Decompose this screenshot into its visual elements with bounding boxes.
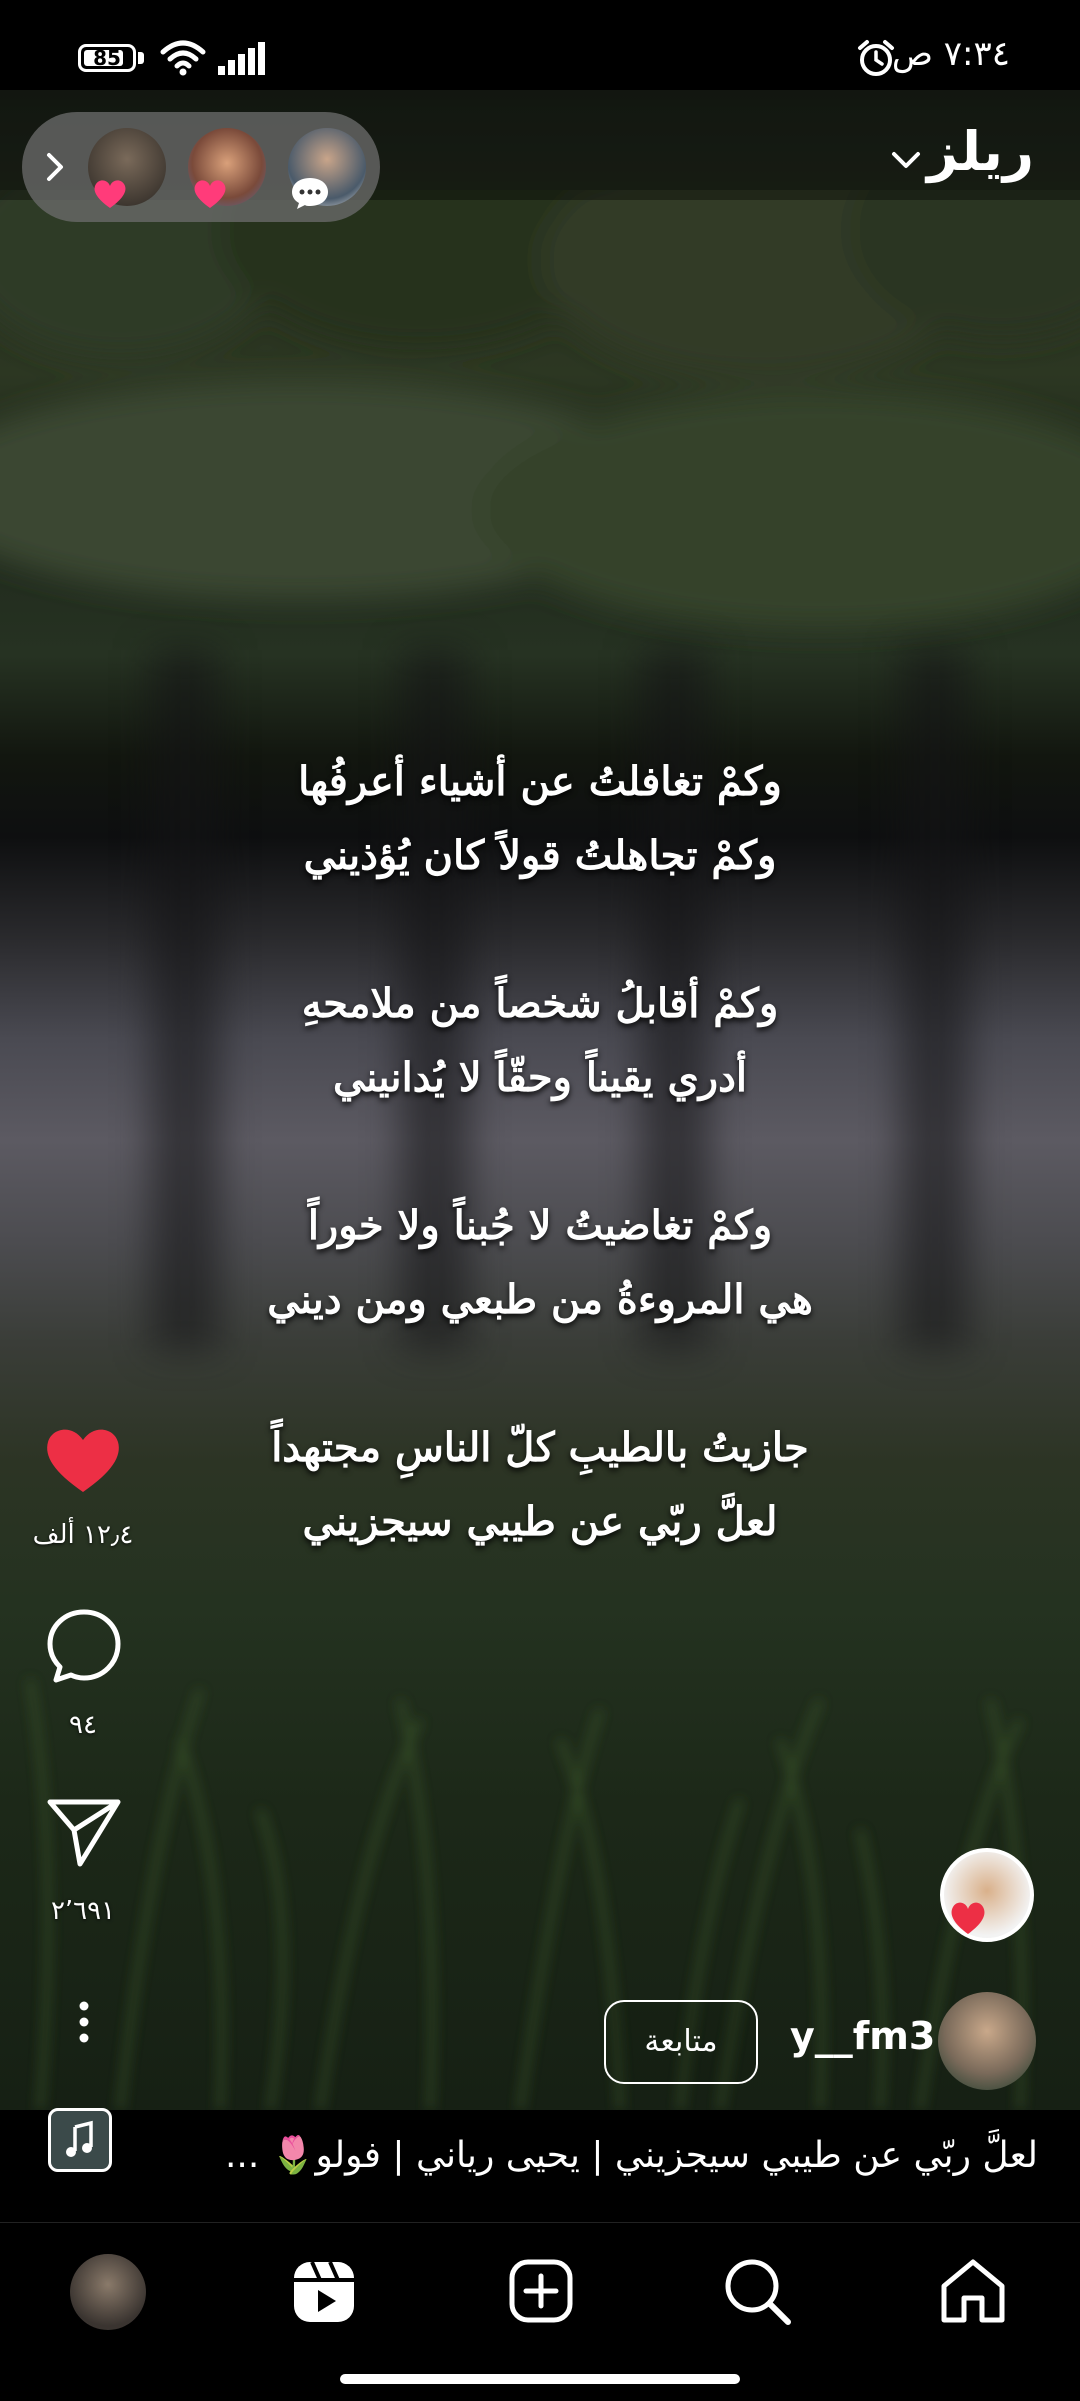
author-avatar[interactable] xyxy=(938,1992,1036,2090)
poem-spacer xyxy=(0,1337,1080,1411)
battery-icon: 85 xyxy=(78,44,136,72)
home-indicator[interactable] xyxy=(340,2374,740,2384)
share-count[interactable]: ٢٬٦٩١ xyxy=(13,1896,153,1926)
poem-spacer xyxy=(0,893,1080,967)
poem-line: أدري يقيناً وحقّاً لا يُدانيني xyxy=(332,1054,748,1101)
reel-caption[interactable]: لعلَّ ربّي عن طيبي سيجزيني | يحيى رياني … xyxy=(225,2134,1038,2176)
reels-icon[interactable] xyxy=(290,2258,358,2326)
poem-spacer xyxy=(0,1115,1080,1189)
like-button[interactable] xyxy=(44,1424,122,1494)
poem-line: وكمْ تغافلتُ عن أشياء أعرفُها xyxy=(298,758,782,805)
poem-text: وكمْ تغافلتُ عن أشياء أعرفُها وكمْ تجاهل… xyxy=(0,745,1080,1559)
heart-badge-icon xyxy=(194,180,226,208)
audio-thumbnail[interactable] xyxy=(48,2108,112,2172)
share-button[interactable] xyxy=(46,1796,122,1868)
battery-level: 85 xyxy=(93,46,121,70)
comment-count[interactable]: ٩٤ xyxy=(13,1710,153,1740)
heart-badge-icon xyxy=(951,1902,985,1934)
clock-time: ٧:٣٤ ص xyxy=(891,34,1010,74)
heart-icon[interactable] xyxy=(47,1429,119,1492)
poem-line: وكمْ تغاضيتُ لا جُبناً ولا خوراً xyxy=(307,1202,773,1249)
comment-button[interactable] xyxy=(46,1608,122,1684)
more-options-icon[interactable] xyxy=(72,2000,96,2044)
comment-badge-icon xyxy=(292,178,328,209)
poem-line: وكمْ أقابلُ شخصاً من ملامحهِ xyxy=(301,980,779,1027)
wifi-icon xyxy=(160,40,206,76)
comment-icon[interactable] xyxy=(47,1609,121,1683)
home-icon[interactable] xyxy=(938,2256,1008,2324)
like-count[interactable]: ١٢٫٤ ألف xyxy=(13,1520,153,1550)
profile-avatar[interactable] xyxy=(70,2254,146,2330)
send-icon[interactable] xyxy=(47,1799,121,1867)
chevron-down-icon[interactable] xyxy=(888,148,924,172)
follow-button[interactable]: متابعة xyxy=(604,2000,758,2084)
battery-tip xyxy=(138,52,144,64)
alarm-icon xyxy=(858,40,894,76)
create-icon[interactable] xyxy=(508,2258,574,2324)
poem-line: هي المروءةُ من طبعي ومن ديني xyxy=(267,1276,813,1323)
poem-line: جازيتُ بالطيبِ كلّ الناسِ مجتهداً xyxy=(271,1424,809,1471)
heart-badge-icon xyxy=(94,180,126,208)
chevron-right-icon[interactable] xyxy=(44,150,66,184)
search-icon[interactable] xyxy=(722,2256,792,2326)
music-note-icon xyxy=(66,2120,93,2157)
author-username[interactable]: y__fm3 xyxy=(790,2014,935,2058)
page-title[interactable]: ريلز xyxy=(927,120,1034,183)
poem-line: وكمْ تجاهلتُ قولاً كان يُؤذيني xyxy=(303,832,777,879)
poem-line: لعلَّ ربّي عن طيبي سيجزيني xyxy=(302,1498,778,1545)
signal-icon xyxy=(218,42,265,75)
